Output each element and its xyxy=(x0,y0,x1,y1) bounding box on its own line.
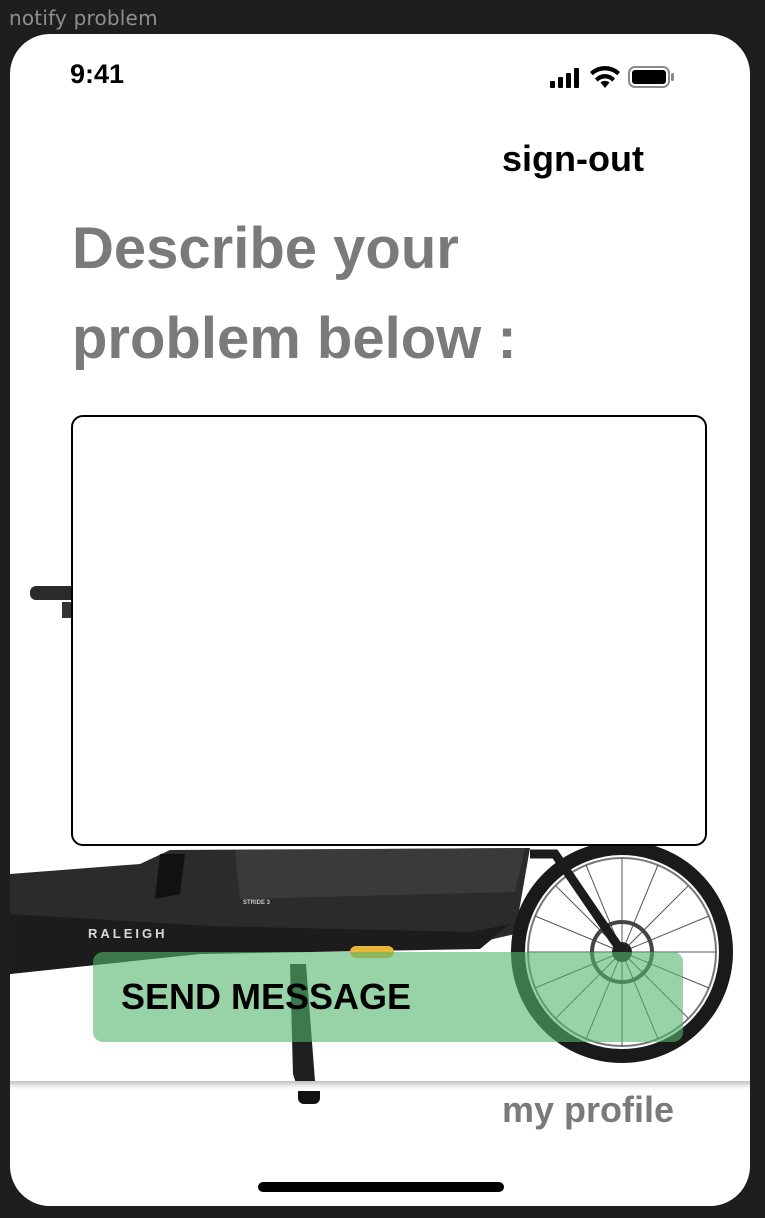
model-text: STRIDE 3 xyxy=(243,900,271,906)
phone-screen: 9:41 sign-out Describe your problem belo… xyxy=(10,34,750,1206)
brand-text: RALEIGH xyxy=(88,926,168,941)
page-heading: Describe your problem below : xyxy=(72,216,517,371)
status-time: 9:41 xyxy=(70,59,125,89)
problem-description-input[interactable] xyxy=(71,415,707,846)
frame-title: notify problem xyxy=(9,6,158,30)
status-icons xyxy=(550,66,674,88)
battery-icon xyxy=(628,66,674,88)
sign-out-link[interactable]: sign-out xyxy=(502,138,644,180)
home-indicator xyxy=(258,1182,504,1192)
cellular-signal-icon xyxy=(550,68,579,88)
tab-my-profile[interactable]: my profile xyxy=(502,1089,674,1131)
wifi-icon xyxy=(590,66,620,88)
send-message-button[interactable]: SEND MESSAGE xyxy=(93,952,683,1042)
